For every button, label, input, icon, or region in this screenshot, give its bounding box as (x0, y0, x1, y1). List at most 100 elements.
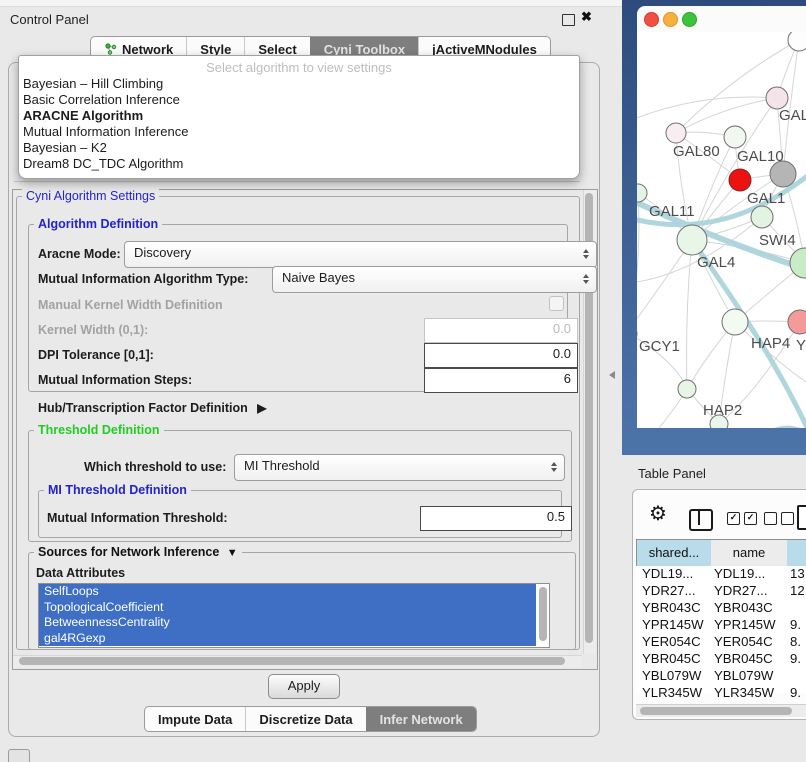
select-all-columns-icon[interactable]: ✓ ✓ (727, 512, 757, 525)
node-hap4[interactable] (722, 309, 748, 335)
kernel-width-label: Kernel Width (0,1): (38, 323, 148, 337)
manual-kernel-label: Manual Kernel Width Definition (38, 298, 223, 312)
list-item[interactable]: gal4RGexp (39, 631, 536, 647)
which-threshold-combo[interactable]: MI Threshold (234, 454, 565, 481)
file-icon[interactable] (797, 505, 806, 530)
table-cell[interactable]: 9. (790, 617, 801, 632)
mac-close-button[interactable] (644, 12, 659, 27)
table-cell[interactable]: YLR345W (714, 685, 774, 700)
algorithm-dropdown-popup: Select algorithm to view settings Bayesi… (18, 55, 580, 179)
dropdown-item[interactable]: Dream8 DC_TDC Algorithm (19, 156, 579, 172)
node-swi4[interactable] (751, 206, 773, 228)
application-window: Control Panel ✖ Network Style Select Cyn… (0, 0, 806, 762)
hub-definition-label: Hub/Transcription Factor Definition (38, 401, 248, 415)
table-panel-title: Table Panel (638, 466, 706, 481)
mac-zoom-button[interactable] (682, 12, 697, 27)
table-cell[interactable]: 12 (790, 583, 805, 598)
node-label: GCY1 (639, 338, 680, 355)
table-cell[interactable]: YBL079W (642, 668, 701, 683)
table-cell[interactable]: 8. (790, 634, 801, 649)
node-gal1[interactable] (729, 169, 751, 191)
node-label: SWI4 (759, 232, 796, 249)
table-cell[interactable]: 9. (790, 651, 801, 666)
mi-steps-label: Mutual Information Steps: (38, 373, 192, 387)
table-cell[interactable]: YBR045C (642, 651, 701, 666)
table-cell[interactable]: 9. (790, 685, 801, 700)
table-cell[interactable]: YBR043C (642, 600, 701, 615)
table-cell[interactable]: YDR27... (642, 583, 696, 598)
table-cell[interactable]: YPR145W (714, 617, 776, 632)
table-cell[interactable]: YDL19... (714, 566, 765, 581)
node-gal11[interactable] (637, 184, 647, 202)
node-gal10[interactable] (724, 126, 746, 148)
mi-steps-field[interactable]: 6 (424, 368, 578, 393)
data-attributes-list: SelfLoops TopologicalCoefficient Between… (38, 583, 550, 648)
tab-impute-data[interactable]: Impute Data (145, 707, 245, 731)
dropdown-prompt: Select algorithm to view settings (19, 60, 579, 76)
node-label: HAP4 (751, 335, 790, 352)
list-item[interactable]: BetweennessCentrality (39, 615, 536, 631)
split-view-icon[interactable] (689, 509, 713, 531)
node-unlabeled[interactable] (788, 32, 806, 51)
mi-threshold-legend: MI Threshold Definition (44, 483, 191, 497)
tab-discretize-data[interactable]: Discretize Data (245, 707, 365, 731)
dropdown-item[interactable]: Mutual Information Inference (19, 124, 579, 140)
dropdown-item[interactable]: Bayesian – Hill Climbing (19, 76, 579, 92)
node-gal80[interactable] (666, 123, 686, 143)
node-gal4[interactable] (677, 225, 707, 255)
aracne-mode-value: Discovery (134, 245, 191, 260)
hub-definition-expander[interactable]: Hub/Transcription Factor Definition ▶ (38, 401, 266, 415)
network-window-titlebar[interactable] (637, 6, 806, 33)
dropdown-item[interactable]: Basic Correlation Inference (19, 92, 579, 108)
apply-button[interactable]: Apply (268, 674, 340, 699)
table-cell[interactable]: YDL19... (642, 566, 693, 581)
manual-kernel-checkbox[interactable] (549, 296, 564, 311)
list-item[interactable]: TopologicalCoefficient (39, 600, 536, 616)
checked-box-icon: ✓ (727, 512, 740, 525)
node-gal-partial[interactable] (766, 87, 788, 109)
dropdown-item-selected[interactable]: ARACNE Algorithm (19, 108, 579, 124)
tab-infer-network[interactable]: Infer Network (366, 707, 476, 731)
table-cell[interactable]: YER054C (714, 634, 773, 649)
mi-threshold-field[interactable]: 0.5 (420, 506, 572, 531)
node-hap2[interactable] (678, 380, 696, 398)
table-header-shared-name[interactable]: shared... (637, 540, 712, 566)
gear-icon[interactable]: ⚙ (649, 504, 667, 524)
list-vscrollbar-track (537, 585, 548, 644)
table-cell[interactable]: YBR043C (714, 600, 773, 615)
dropdown-item[interactable]: Bayesian – K2 (19, 140, 579, 156)
table-cell[interactable]: YBL079W (714, 668, 773, 683)
which-threshold-value: MI Threshold (244, 458, 320, 473)
table-cell[interactable]: YPR145W (642, 617, 704, 632)
node-label: Y (796, 337, 806, 354)
table-header-name[interactable]: name (711, 540, 788, 566)
list-item[interactable]: SelfLoops (39, 584, 536, 600)
splitpane-collapse-icon[interactable] (609, 371, 615, 379)
panel-corner-button[interactable] (8, 749, 30, 762)
clear-columns-icon[interactable] (764, 512, 794, 525)
mi-type-label: Mutual Information Algorithm Type: (38, 272, 248, 286)
node-label: GAL1 (747, 190, 785, 207)
mi-type-combo[interactable]: Naive Bayes (272, 266, 597, 293)
which-threshold-label: Which threshold to use: (84, 460, 226, 474)
table-header-col3[interactable] (787, 540, 806, 566)
float-panel-icon[interactable] (562, 14, 575, 26)
table-cell[interactable]: YLR345W (642, 685, 702, 700)
dpi-tolerance-field[interactable]: 0.0 (424, 343, 578, 368)
table-cell[interactable]: YDR27... (714, 583, 768, 598)
settings-hscrollbar-thumb[interactable] (19, 657, 565, 665)
bottom-tabbar: Impute Data Discretize Data Infer Networ… (144, 706, 477, 732)
kernel-width-field[interactable]: 0.0 (424, 318, 578, 343)
table-cell[interactable]: YBR045C (714, 651, 773, 666)
mac-minimize-button[interactable] (663, 12, 678, 27)
unchecked-box-icon (781, 512, 794, 525)
sources-legend[interactable]: Sources for Network Inference ▼ (34, 545, 242, 559)
node-salmon[interactable] (788, 310, 806, 334)
table-cell[interactable]: YER054C (642, 634, 701, 649)
table-cell[interactable]: 13 (790, 566, 805, 581)
list-vscrollbar-thumb[interactable] (539, 587, 547, 641)
network-canvas[interactable]: GAL GAL80 GAL10 GAL1 GAL11 SWI4 GAL4 GCY… (637, 32, 806, 428)
close-panel-icon[interactable]: ✖ (581, 9, 592, 25)
table-hscrollbar-thumb[interactable] (640, 707, 792, 715)
aracne-mode-combo[interactable]: Discovery (124, 241, 597, 268)
